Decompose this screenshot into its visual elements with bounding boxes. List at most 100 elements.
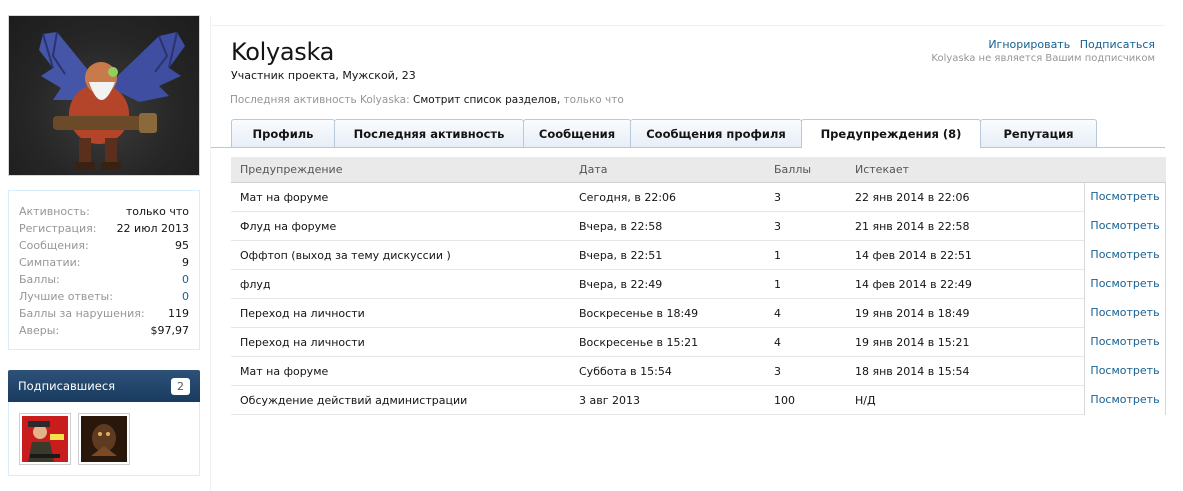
warning-expires: 19 янв 2014 в 18:49 — [855, 306, 970, 320]
warning-date: Вчера, в 22:49 — [579, 277, 663, 291]
follower-avatar[interactable] — [19, 413, 71, 465]
warning-expires: 21 янв 2014 в 22:58 — [855, 219, 970, 233]
warning-expires: Н/Д — [855, 393, 876, 407]
stat-row: Лучшие ответы: 0 — [19, 288, 189, 305]
view-warning-button[interactable]: Посмотреть — [1084, 211, 1166, 241]
follow-status: Kolyaska не является Вашим подписчиком — [931, 53, 1155, 64]
stat-row: Баллы: 0 — [19, 271, 189, 288]
warning-expires: 22 янв 2014 в 22:06 — [855, 190, 970, 204]
follower-avatar-image — [22, 416, 68, 462]
view-warning-button[interactable]: Посмотреть — [1084, 240, 1166, 270]
view-warning-button[interactable]: Посмотреть — [1084, 327, 1166, 357]
warning-title: Переход на личности — [240, 306, 365, 320]
followers-list — [8, 402, 200, 476]
user-blurb: Участник проекта, Мужской, 23 — [231, 69, 416, 82]
table-body: Мат на форуме Сегодня, в 22:06 3 22 янв 201… — [231, 182, 1166, 415]
stat-label: Активность: — [19, 205, 90, 218]
view-warning-button[interactable]: Посмотреть — [1084, 356, 1166, 386]
warning-expires: 14 фев 2014 в 22:51 — [855, 248, 972, 262]
view-warning-button[interactable]: Посмотреть — [1084, 298, 1166, 328]
ignore-link[interactable]: Игнорировать — [988, 38, 1070, 51]
table-header: Предупреждение Дата Баллы Истекает — [231, 157, 1166, 183]
stat-value: 95 — [175, 239, 189, 252]
warning-expires: 19 янв 2014 в 15:21 — [855, 335, 970, 349]
tab-reputation[interactable]: Репутация — [980, 119, 1097, 147]
table-row: Переход на личности Воскресенье в 15:21 4 1… — [231, 327, 1166, 357]
followers-title: Подписавшиеся — [18, 379, 116, 393]
warning-title: Флуд на форуме — [240, 219, 337, 233]
profile-sidebar: Активность: только что Регистрация: 22 июл … — [8, 15, 200, 476]
column-header-points: Баллы — [774, 163, 812, 176]
stat-value: 9 — [182, 256, 189, 269]
warning-title: Оффтоп (выход за тему дискуссии ) — [240, 248, 451, 262]
warning-expires: 14 фев 2014 в 22:49 — [855, 277, 972, 291]
last-activity-time: только что — [563, 94, 624, 106]
warning-title: Мат на форуме — [240, 190, 329, 204]
stat-value: $97,97 — [150, 324, 190, 337]
tab-warnings[interactable]: Предупреждения (8) — [801, 119, 981, 148]
view-warning-button[interactable]: Посмотреть — [1084, 385, 1166, 415]
tab-profile-posts[interactable]: Сообщения профиля — [630, 119, 802, 147]
column-header-expires: Истекает — [855, 163, 910, 176]
warning-points: 3 — [774, 219, 781, 233]
warning-expires: 18 янв 2014 в 15:54 — [855, 364, 970, 378]
tab-profile[interactable]: Профиль — [231, 119, 335, 147]
warning-date: Воскресенье в 15:21 — [579, 335, 699, 349]
warning-points: 3 — [774, 364, 781, 378]
table-row: Флуд на форуме Вчера, в 22:58 3 21 янв 2014… — [231, 211, 1166, 241]
view-warning-button[interactable]: Посмотреть — [1084, 182, 1166, 212]
user-stats: Активность: только что Регистрация: 22 июл … — [8, 190, 200, 350]
last-activity-text: Смотрит список разделов, — [413, 94, 561, 106]
followers-block: Подписавшиеся 2 — [8, 370, 200, 476]
stat-value: 22 июл 2013 — [116, 222, 189, 235]
subscribe-link[interactable]: Подписаться — [1080, 38, 1155, 51]
stat-row: Симпатии: 9 — [19, 254, 189, 271]
stat-row: Аверы: $97,97 — [19, 322, 189, 339]
warning-date: Воскресенье в 18:49 — [579, 306, 699, 320]
warning-date: Суббота в 15:54 — [579, 364, 672, 378]
warning-title: Переход на личности — [240, 335, 365, 349]
stat-label: Аверы: — [19, 324, 60, 337]
follower-avatar-image — [81, 416, 127, 462]
profile-username: Kolyaska — [231, 38, 335, 66]
stat-label: Баллы: — [19, 273, 60, 286]
followers-header[interactable]: Подписавшиеся 2 — [8, 370, 200, 402]
warning-points: 4 — [774, 306, 781, 320]
table-row: Мат на форуме Суббота в 15:54 3 18 янв 2014… — [231, 356, 1166, 386]
stat-value: 119 — [168, 307, 189, 320]
warning-title: Обсуждение действий администрации — [240, 393, 468, 407]
warning-date: Вчера, в 22:51 — [579, 248, 663, 262]
warning-points: 3 — [774, 190, 781, 204]
profile-tabs: Профиль Последняя активность Сообщения Сооб… — [231, 119, 1097, 148]
stat-row: Баллы за нарушения: 119 — [19, 305, 189, 322]
table-row: Обсуждение действий администрации 3 авг 2… — [231, 385, 1166, 415]
tab-recent-activity[interactable]: Последняя активность — [334, 119, 524, 147]
table-row: Переход на личности Воскресенье в 18:49 4 1… — [231, 298, 1166, 328]
stat-row: Сообщения: 95 — [19, 237, 189, 254]
stat-value[interactable]: 0 — [182, 288, 189, 305]
warning-date: Сегодня, в 22:06 — [579, 190, 677, 204]
follower-avatar[interactable] — [78, 413, 130, 465]
stat-label: Баллы за нарушения: — [19, 307, 145, 320]
column-header-date: Дата — [579, 163, 608, 176]
warning-points: 100 — [774, 393, 795, 407]
table-row: флуд Вчера, в 22:49 1 14 фев 2014 в 22:49 По… — [231, 269, 1166, 299]
avatar-image — [39, 31, 185, 170]
view-warning-button[interactable]: Посмотреть — [1084, 269, 1166, 299]
stat-row: Активность: только что — [19, 203, 189, 220]
warning-title: Мат на форуме — [240, 364, 329, 378]
table-row: Мат на форуме Сегодня, в 22:06 3 22 янв 201… — [231, 182, 1166, 212]
stat-row: Регистрация: 22 июл 2013 — [19, 220, 189, 237]
warning-date: Вчера, в 22:58 — [579, 219, 663, 233]
stat-label: Лучшие ответы: — [19, 290, 113, 303]
tab-posts[interactable]: Сообщения — [523, 119, 631, 147]
profile-main: Kolyaska Участник проекта, Мужской, 23 И… — [211, 25, 1166, 491]
column-header-warning: Предупреждение — [240, 163, 343, 176]
stat-value[interactable]: 0 — [182, 271, 189, 288]
warning-date: 3 авг 2013 — [579, 393, 640, 407]
table-row: Оффтоп (выход за тему дискуссии ) Вчера, … — [231, 240, 1166, 270]
warning-title: флуд — [240, 277, 271, 291]
last-activity-prefix: Последняя активность Kolyaska: — [230, 94, 410, 106]
stat-label: Регистрация: — [19, 222, 97, 235]
avatar[interactable] — [8, 15, 200, 176]
